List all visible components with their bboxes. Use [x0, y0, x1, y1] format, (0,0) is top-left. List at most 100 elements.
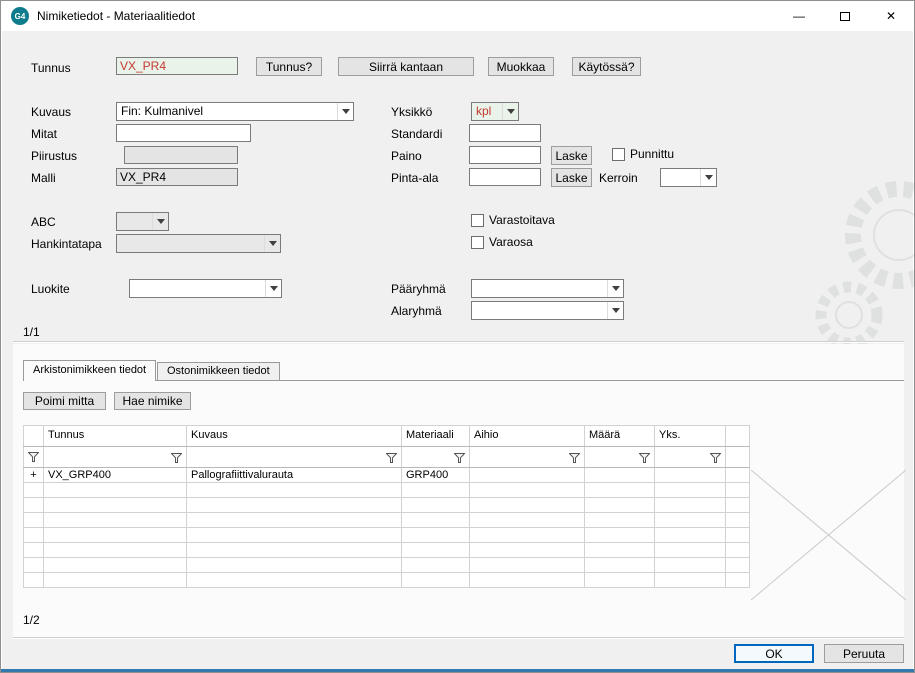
- abc-combobox[interactable]: [116, 212, 169, 231]
- minimize-button[interactable]: —: [776, 1, 822, 31]
- filter-cell[interactable]: [401, 446, 470, 468]
- table-row-empty[interactable]: [23, 527, 750, 543]
- filter-icon[interactable]: [710, 452, 721, 463]
- filter-cell[interactable]: [186, 446, 402, 468]
- tunnus-input[interactable]: [116, 57, 238, 75]
- piirustus-input[interactable]: [124, 146, 238, 164]
- punnittu-checkbox[interactable]: Punnittu: [612, 147, 674, 161]
- checkbox-box[interactable]: [612, 147, 625, 161]
- chevron-down-icon[interactable]: [700, 169, 716, 186]
- ok-button[interactable]: OK: [734, 644, 814, 663]
- checkbox-box[interactable]: [471, 213, 484, 227]
- malli-input[interactable]: [116, 168, 238, 186]
- punnittu-label: Punnittu: [630, 147, 675, 161]
- varaosa-label: Varaosa: [489, 235, 533, 249]
- siirra-kantaan-button[interactable]: Siirrä kantaan: [338, 57, 474, 76]
- table-row-empty[interactable]: [23, 542, 750, 558]
- standardi-input[interactable]: [469, 124, 541, 142]
- yksikko-combobox[interactable]: kpl: [471, 102, 519, 121]
- tunnus-label: Tunnus: [31, 61, 71, 75]
- abc-label: ABC: [31, 215, 56, 229]
- column-header-aihio[interactable]: Aihio: [469, 425, 585, 447]
- tab-arkistonimikkeen-tiedot[interactable]: Arkistonimikkeen tiedot: [23, 360, 157, 381]
- column-header-tunnus[interactable]: Tunnus: [43, 425, 187, 447]
- cell-maara: [584, 467, 655, 483]
- grid-record-counter: 1/2: [23, 613, 40, 627]
- peruuta-button[interactable]: Peruuta: [824, 644, 904, 663]
- paino-input[interactable]: [469, 146, 541, 164]
- chevron-down-icon[interactable]: [264, 235, 280, 252]
- table-row-empty[interactable]: [23, 572, 750, 588]
- cell-yks: [654, 467, 726, 483]
- filter-cell[interactable]: [654, 446, 726, 468]
- poimi-mitta-button[interactable]: Poimi mitta: [23, 392, 106, 410]
- alaryhma-value: [472, 302, 607, 319]
- pinta-ala-label: Pinta-ala: [391, 171, 439, 185]
- muokkaa-button[interactable]: Muokkaa: [488, 57, 554, 76]
- maximize-button[interactable]: [822, 1, 868, 31]
- empty-image-placeholder: [751, 469, 906, 600]
- laske-paino-button[interactable]: Laske: [551, 146, 592, 165]
- kerroin-combobox[interactable]: [660, 168, 717, 187]
- chevron-down-icon[interactable]: [607, 280, 623, 297]
- column-header-filler: [725, 425, 750, 447]
- cell-aihio: [469, 467, 585, 483]
- column-header-marker: [23, 425, 44, 447]
- kaytossa-question-button[interactable]: Käytössä?: [572, 57, 641, 76]
- paaryhma-combobox[interactable]: [471, 279, 624, 298]
- filter-cell[interactable]: [469, 446, 585, 468]
- table-row-empty[interactable]: [23, 557, 750, 573]
- chevron-down-icon[interactable]: [337, 103, 353, 120]
- laske-pinta-ala-button[interactable]: Laske: [551, 168, 592, 187]
- alaryhma-combobox[interactable]: [471, 301, 624, 320]
- checkbox-box[interactable]: [471, 235, 484, 249]
- filter-icon[interactable]: [569, 452, 580, 463]
- paaryhma-value: [472, 280, 607, 297]
- filter-icon[interactable]: [386, 452, 397, 463]
- column-header-materiaali[interactable]: Materiaali: [401, 425, 470, 447]
- window-title: Nimiketiedot - Materiaalitiedot: [37, 9, 196, 23]
- filter-cell[interactable]: [43, 446, 187, 468]
- column-header-yks[interactable]: Yks.: [654, 425, 726, 447]
- table-row-empty[interactable]: [23, 512, 750, 528]
- tab-ostonimikkeen-tiedot[interactable]: Ostonimikkeen tiedot: [157, 362, 280, 381]
- kerroin-label: Kerroin: [599, 171, 638, 185]
- column-header-kuvaus[interactable]: Kuvaus: [186, 425, 402, 447]
- chevron-down-icon[interactable]: [265, 280, 281, 297]
- close-button[interactable]: ✕: [868, 1, 914, 31]
- column-header-maara[interactable]: Määrä: [584, 425, 655, 447]
- mitat-label: Mitat: [31, 127, 58, 141]
- filter-icon[interactable]: [171, 452, 182, 463]
- app-icon: G4: [11, 7, 29, 25]
- pinta-ala-input[interactable]: [469, 168, 541, 186]
- filter-icon[interactable]: [28, 452, 39, 462]
- table-row[interactable]: + VX_GRP400 Pallografiittivalurauta GRP4…: [23, 467, 750, 483]
- yksikko-label: Yksikkö: [391, 105, 433, 119]
- hae-nimike-button[interactable]: Hae nimike: [114, 392, 191, 410]
- data-grid: Tunnus Kuvaus Materiaali Aihio Määrä Yks…: [23, 425, 750, 588]
- table-row-empty[interactable]: [23, 497, 750, 513]
- filter-icon[interactable]: [454, 452, 465, 463]
- mitat-input[interactable]: [116, 124, 251, 142]
- window-bottom-edge: [1, 669, 914, 672]
- filter-cell[interactable]: [584, 446, 655, 468]
- separator: [13, 341, 904, 343]
- chevron-down-icon[interactable]: [152, 213, 168, 230]
- tunnus-question-button[interactable]: Tunnus?: [256, 57, 322, 76]
- varaosa-checkbox[interactable]: Varaosa: [471, 235, 533, 249]
- luokite-combobox[interactable]: [129, 279, 282, 298]
- chevron-down-icon[interactable]: [607, 302, 623, 319]
- filter-cell[interactable]: [23, 446, 44, 468]
- chevron-down-icon[interactable]: [502, 103, 518, 120]
- cell-materiaali: GRP400: [401, 467, 470, 483]
- varastoitava-checkbox[interactable]: Varastoitava: [471, 213, 555, 227]
- varastoitava-label: Varastoitava: [489, 213, 555, 227]
- row-expand-marker[interactable]: +: [23, 467, 44, 483]
- table-row-empty[interactable]: [23, 482, 750, 498]
- kuvaus-combobox[interactable]: Fin: Kulmanivel: [116, 102, 354, 121]
- filter-icon[interactable]: [639, 452, 650, 463]
- alaryhma-label: Alaryhmä: [391, 304, 442, 318]
- hankintatapa-combobox[interactable]: [116, 234, 281, 253]
- kerroin-value: [661, 169, 700, 186]
- abc-value: [117, 213, 152, 230]
